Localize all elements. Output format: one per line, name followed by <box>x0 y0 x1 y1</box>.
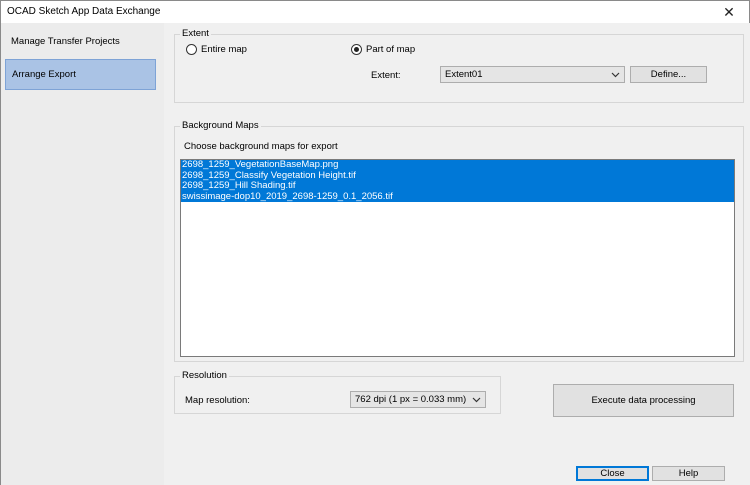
sidebar-item-label: Arrange Export <box>12 69 76 80</box>
entire-map-radio-circle[interactable] <box>186 44 197 55</box>
app-window: OCAD Sketch App Data Exchange ✕ Manage T… <box>0 0 750 485</box>
sidebar-item-manage-transfer-projects[interactable]: Manage Transfer Projects <box>5 27 156 58</box>
chevron-down-icon <box>472 397 481 402</box>
map-resolution-select[interactable]: 762 dpi (1 px = 0.033 mm) <box>350 391 486 408</box>
entire-map-radio-label: Entire map <box>201 44 247 55</box>
extent-select[interactable]: Extent01 <box>440 66 625 83</box>
close-button[interactable]: Close <box>576 466 649 481</box>
entire-map-radio[interactable]: Entire map <box>186 44 247 55</box>
extent-label: Extent: <box>371 70 401 81</box>
background-maps-group: Background Maps Choose background maps f… <box>174 120 744 362</box>
close-window-icon[interactable]: ✕ <box>709 1 749 23</box>
define-button[interactable]: Define... <box>630 66 707 83</box>
title-bar[interactable]: OCAD Sketch App Data Exchange ✕ <box>1 1 749 23</box>
sidebar-item-label: Manage Transfer Projects <box>11 36 120 47</box>
part-of-map-radio[interactable]: Part of map <box>351 44 415 55</box>
extent-group-title: Extent <box>180 28 211 39</box>
map-resolution-label: Map resolution: <box>185 395 250 406</box>
extent-select-value: Extent01 <box>445 69 483 80</box>
background-maps-instruction: Choose background maps for export <box>184 141 338 152</box>
background-maps-group-title: Background Maps <box>180 120 261 131</box>
resolution-group: Resolution Map resolution: 762 dpi (1 px… <box>174 370 501 414</box>
extent-group: Extent Entire map Part of map Extent: Ex… <box>174 28 744 103</box>
background-maps-list[interactable]: 2698_1259_VegetationBaseMap.png 2698_125… <box>180 159 735 357</box>
list-item[interactable]: 2698_1259_VegetationBaseMap.png <box>181 159 734 171</box>
sidebar: Manage Transfer Projects Arrange Export <box>1 23 164 485</box>
help-button[interactable]: Help <box>652 466 725 481</box>
part-of-map-radio-circle[interactable] <box>351 44 362 55</box>
window-title: OCAD Sketch App Data Exchange <box>7 6 161 17</box>
list-item[interactable]: swissimage-dop10_2019_2698-1259_0.1_2056… <box>181 191 734 202</box>
part-of-map-radio-label: Part of map <box>366 44 416 55</box>
chevron-down-icon <box>611 72 620 77</box>
sidebar-item-arrange-export[interactable]: Arrange Export <box>5 59 156 90</box>
execute-data-processing-button[interactable]: Execute data processing <box>553 384 734 417</box>
map-resolution-value: 762 dpi (1 px = 0.033 mm) <box>355 394 467 405</box>
resolution-group-title: Resolution <box>180 370 229 381</box>
main-panel: Extent Entire map Part of map Extent: Ex… <box>164 23 750 485</box>
list-item[interactable]: 2698_1259_Hill Shading.tif <box>181 180 734 192</box>
